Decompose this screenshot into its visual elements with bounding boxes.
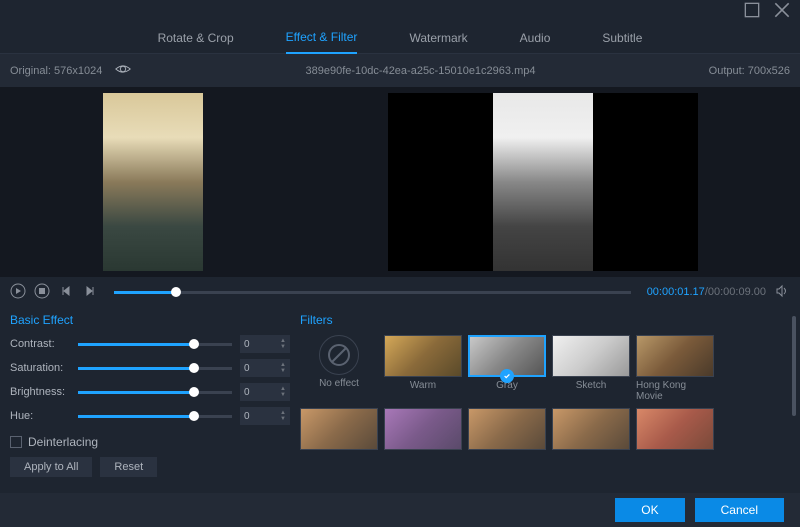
- filters-grid: No effect Warm Gray Sketch Hong Kong Mov…: [300, 335, 790, 453]
- deinterlacing-checkbox[interactable]: [10, 436, 22, 448]
- timeline-handle[interactable]: [171, 287, 181, 297]
- effect-row: Hue: 0 ▲▼: [10, 407, 290, 425]
- effect-slider[interactable]: [78, 343, 232, 346]
- titlebar: [0, 0, 800, 22]
- filter-item[interactable]: No effect: [300, 335, 378, 402]
- preview-output-inner: [493, 93, 593, 271]
- effect-label: Hue:: [10, 410, 70, 422]
- next-frame-icon[interactable]: [82, 283, 98, 302]
- filter-thumbnail: [384, 408, 462, 450]
- slider-handle[interactable]: [189, 411, 199, 421]
- no-effect-icon: [319, 335, 359, 375]
- spinner-value: 0: [244, 339, 250, 350]
- volume-icon[interactable]: [774, 283, 790, 302]
- effect-slider[interactable]: [78, 367, 232, 370]
- tab-effect-filter[interactable]: Effect & Filter: [286, 22, 358, 54]
- effect-slider[interactable]: [78, 391, 232, 394]
- filter-label: Sketch: [576, 380, 607, 391]
- effect-label: Brightness:: [10, 386, 70, 398]
- lower-panel: Basic Effect Contrast: 0 ▲▼ Saturation: …: [0, 307, 800, 497]
- info-bar: Original: 576x1024 389e90fe-10dc-42ea-a2…: [0, 54, 800, 87]
- filters-panel: Filters No effect Warm Gray Sketch Hong …: [300, 313, 790, 491]
- filter-item[interactable]: Warm: [384, 335, 462, 402]
- filter-thumbnail: [468, 335, 546, 377]
- effect-spinner[interactable]: 0 ▲▼: [240, 335, 290, 353]
- filter-item[interactable]: [636, 408, 714, 453]
- slider-handle[interactable]: [189, 339, 199, 349]
- filter-item[interactable]: [468, 408, 546, 453]
- apply-to-all-button[interactable]: Apply to All: [10, 457, 92, 477]
- tab-bar: Rotate & Crop Effect & Filter Watermark …: [0, 22, 800, 54]
- filter-item[interactable]: [300, 408, 378, 453]
- footer: OK Cancel: [0, 493, 800, 527]
- tab-audio[interactable]: Audio: [520, 23, 551, 53]
- filter-item[interactable]: [552, 408, 630, 453]
- filter-thumbnail: [636, 335, 714, 377]
- filter-thumbnail: [384, 335, 462, 377]
- preview-toggle-icon[interactable]: [114, 60, 132, 81]
- filter-thumbnail: [468, 408, 546, 450]
- output-size-label: Output: 700x526: [709, 65, 790, 77]
- filters-title: Filters: [300, 313, 790, 327]
- filter-thumbnail: [300, 408, 378, 450]
- spinner-value: 0: [244, 363, 250, 374]
- original-size-label: Original: 576x1024: [10, 65, 102, 77]
- spinner-value: 0: [244, 387, 250, 398]
- stop-icon[interactable]: [34, 283, 50, 302]
- spinner-arrows[interactable]: ▲▼: [280, 362, 286, 374]
- check-icon: [500, 369, 514, 383]
- prev-frame-icon[interactable]: [58, 283, 74, 302]
- preview-area: [0, 87, 800, 277]
- effect-label: Contrast:: [10, 338, 70, 350]
- effect-row: Contrast: 0 ▲▼: [10, 335, 290, 353]
- filename-label: 389e90fe-10dc-42ea-a25c-15010e1c2963.mp4: [306, 65, 536, 77]
- filters-scrollbar[interactable]: [792, 316, 796, 416]
- filter-item[interactable]: Gray: [468, 335, 546, 402]
- maximize-icon[interactable]: [744, 2, 760, 21]
- basic-effect-title: Basic Effect: [10, 313, 290, 327]
- slider-handle[interactable]: [189, 387, 199, 397]
- filter-thumbnail: [636, 408, 714, 450]
- spinner-arrows[interactable]: ▲▼: [280, 410, 286, 422]
- timeline-slider[interactable]: [114, 291, 631, 294]
- preview-original: [103, 93, 203, 271]
- effect-row: Brightness: 0 ▲▼: [10, 383, 290, 401]
- effect-spinner[interactable]: 0 ▲▼: [240, 407, 290, 425]
- play-icon[interactable]: [10, 283, 26, 302]
- effect-label: Saturation:: [10, 362, 70, 374]
- tab-rotate-crop[interactable]: Rotate & Crop: [158, 23, 234, 53]
- timecode: 00:00:01.17/00:00:09.00: [647, 286, 766, 298]
- tab-subtitle[interactable]: Subtitle: [602, 23, 642, 53]
- filter-label: Hong Kong Movie: [636, 380, 714, 402]
- spinner-value: 0: [244, 411, 250, 422]
- effect-slider[interactable]: [78, 415, 232, 418]
- tab-watermark[interactable]: Watermark: [409, 23, 467, 53]
- basic-effect-panel: Basic Effect Contrast: 0 ▲▼ Saturation: …: [10, 313, 290, 491]
- reset-button[interactable]: Reset: [100, 457, 157, 477]
- filter-thumbnail: [552, 335, 630, 377]
- filter-label: Warm: [410, 380, 436, 391]
- spinner-arrows[interactable]: ▲▼: [280, 338, 286, 350]
- effect-spinner[interactable]: 0 ▲▼: [240, 383, 290, 401]
- spinner-arrows[interactable]: ▲▼: [280, 386, 286, 398]
- transport-bar: 00:00:01.17/00:00:09.00: [0, 277, 800, 307]
- effect-spinner[interactable]: 0 ▲▼: [240, 359, 290, 377]
- preview-output: [388, 93, 698, 271]
- cancel-button[interactable]: Cancel: [695, 498, 784, 522]
- filter-item[interactable]: Sketch: [552, 335, 630, 402]
- effect-row: Saturation: 0 ▲▼: [10, 359, 290, 377]
- deinterlacing-label: Deinterlacing: [28, 435, 98, 449]
- filter-thumbnail: [552, 408, 630, 450]
- filter-label: No effect: [319, 378, 359, 389]
- filter-item[interactable]: Hong Kong Movie: [636, 335, 714, 402]
- filter-item[interactable]: [384, 408, 462, 453]
- close-icon[interactable]: [774, 2, 790, 21]
- slider-handle[interactable]: [189, 363, 199, 373]
- ok-button[interactable]: OK: [615, 498, 684, 522]
